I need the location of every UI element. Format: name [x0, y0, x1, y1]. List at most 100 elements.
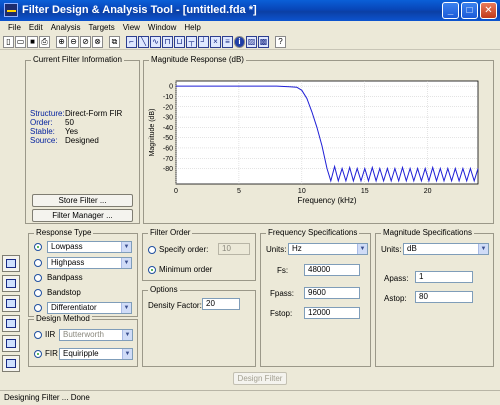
minimum-order-radio[interactable] — [148, 266, 156, 274]
highpass-radio[interactable] — [34, 259, 42, 267]
design-filter-button[interactable]: Design Filter — [233, 372, 287, 385]
fstop-input[interactable]: 12000 — [304, 307, 360, 319]
fir-method-select[interactable]: Equiripple ▼ — [59, 348, 133, 360]
bandstop-radio[interactable] — [34, 289, 42, 297]
y-axis-label: Magnitude (dB) — [149, 109, 156, 157]
left-toolbar — [2, 255, 22, 375]
minimize-button[interactable]: _ — [442, 2, 459, 19]
density-factor-label: Density Factor: — [148, 301, 202, 310]
response-type-panel: Response Type Lowpass ▼ Highpass ▼ Bandpas… — [28, 228, 138, 317]
import-filter-icon[interactable] — [2, 335, 20, 352]
differentiator-select[interactable]: Differentiator ▼ — [47, 302, 132, 314]
minimum-order-label: Minimum order — [159, 265, 213, 274]
fpass-input[interactable]: 9600 — [304, 287, 360, 299]
transform-filter-icon[interactable] — [2, 275, 20, 292]
info-icon[interactable]: i — [234, 36, 245, 48]
fs-label: Fs: — [277, 266, 289, 275]
structure-value: Direct-Form FIR — [65, 109, 123, 118]
zoom-y-icon[interactable]: ⊘ — [80, 36, 91, 48]
print-icon[interactable]: ⎙ — [39, 36, 50, 48]
y-tick-label: -30 — [163, 115, 173, 122]
new-icon[interactable]: ▯ — [3, 36, 14, 48]
bandpass-radio[interactable] — [34, 274, 42, 282]
fir-label: FIR — [45, 349, 58, 358]
freq-units-label: Units: — [266, 245, 287, 254]
fir-method-value: Equiripple — [63, 349, 99, 358]
density-factor-input[interactable]: 20 — [202, 298, 240, 310]
lowpass-radio[interactable] — [34, 243, 42, 251]
filter-manager-button[interactable]: Filter Manager ... — [32, 209, 133, 222]
y-tick-label: -10 — [163, 94, 173, 101]
iir-method-select[interactable]: Butterworth ▼ — [59, 329, 133, 341]
bandstop-label: Bandstop — [47, 288, 81, 297]
iir-radio[interactable] — [34, 331, 42, 339]
menu-targets[interactable]: Targets — [84, 21, 118, 34]
phase-delay-icon[interactable]: ⊔ — [174, 36, 185, 48]
lowpass-select-value: Lowpass — [51, 242, 83, 251]
y-tick-label: -60 — [163, 145, 173, 152]
chevron-down-icon: ▼ — [121, 258, 131, 268]
apass-label: Apass: — [384, 274, 409, 283]
zoom-in-icon[interactable]: ⊕ — [56, 36, 67, 48]
iir-label: IIR — [45, 330, 56, 339]
fs-input[interactable]: 48000 — [304, 264, 360, 276]
menu-edit[interactable]: Edit — [25, 21, 47, 34]
quantize-icon[interactable] — [2, 315, 20, 332]
new-window-icon[interactable]: ⧉ — [109, 36, 120, 48]
group-delay-icon[interactable]: ⊓ — [162, 36, 173, 48]
fdatool-window: Filter Design & Analysis Tool - [untitle… — [0, 0, 500, 405]
design-method-title: Design Method — [34, 314, 92, 323]
menu-analysis[interactable]: Analysis — [47, 21, 85, 34]
stable-value: Yes — [65, 127, 79, 136]
highpass-select-value: Highpass — [51, 258, 85, 267]
mag-phase-icon[interactable]: ∿ — [150, 36, 161, 48]
stable-key: Stable: — [30, 127, 55, 136]
design-filter-icon[interactable] — [2, 255, 20, 272]
response-type-title: Response Type — [34, 228, 94, 237]
coefficients-icon[interactable]: ≡ — [222, 36, 233, 48]
close-button[interactable]: ✕ — [480, 2, 497, 19]
noise-icon[interactable]: ▩ — [258, 36, 269, 48]
menu-window[interactable]: Window — [144, 21, 180, 34]
zoom-x-icon[interactable]: ⊖ — [68, 36, 79, 48]
save-icon[interactable]: ■ — [27, 36, 38, 48]
mag-units-select[interactable]: dB ▼ — [403, 243, 489, 255]
create-multirate-icon[interactable] — [2, 295, 20, 312]
differentiator-radio[interactable] — [34, 304, 42, 312]
menu-view[interactable]: View — [119, 21, 144, 34]
full-view-icon[interactable]: ⊗ — [92, 36, 103, 48]
astop-input[interactable]: 80 — [415, 291, 473, 303]
magnitude-icon[interactable]: ⌐ — [126, 36, 137, 48]
fir-radio[interactable] — [34, 350, 42, 358]
pole-zero-icon[interactable]: × — [210, 36, 221, 48]
apass-input[interactable]: 1 — [415, 271, 473, 283]
specify-order-input[interactable]: 10 — [218, 243, 250, 255]
specify-order-radio[interactable] — [148, 246, 156, 254]
maximize-button[interactable]: □ — [461, 2, 478, 19]
impulse-icon[interactable]: ┬ — [186, 36, 197, 48]
highpass-select[interactable]: Highpass ▼ — [47, 257, 132, 269]
phase-icon[interactable]: ╲ — [138, 36, 149, 48]
store-filter-button[interactable]: Store Filter ... — [32, 194, 133, 207]
open-icon[interactable]: ▭ — [15, 36, 26, 48]
x-tick-label: 10 — [298, 188, 306, 195]
menu-file[interactable]: File — [4, 21, 25, 34]
differentiator-select-value: Differentiator — [51, 303, 97, 312]
specify-order-label: Specify order: — [159, 245, 209, 254]
round-off-icon[interactable]: ▨ — [246, 36, 257, 48]
chevron-down-icon: ▼ — [122, 349, 132, 359]
freq-units-select[interactable]: Hz ▼ — [288, 243, 368, 255]
lowpass-select[interactable]: Lowpass ▼ — [47, 241, 132, 253]
fpass-label: Fpass: — [270, 289, 295, 298]
menu-help[interactable]: Help — [180, 21, 204, 34]
x-tick-label: 15 — [361, 188, 369, 195]
whats-this-icon[interactable]: ? — [275, 36, 286, 48]
step-icon[interactable]: ┘ — [198, 36, 209, 48]
options-title: Options — [148, 285, 180, 294]
pole-zero-editor-icon[interactable] — [2, 355, 20, 372]
chevron-down-icon: ▼ — [122, 330, 132, 340]
y-tick-label: -50 — [163, 135, 173, 142]
chevron-down-icon: ▼ — [121, 242, 131, 252]
status-bar: Designing Filter ... Done — [0, 390, 500, 405]
chevron-down-icon: ▼ — [478, 244, 488, 254]
